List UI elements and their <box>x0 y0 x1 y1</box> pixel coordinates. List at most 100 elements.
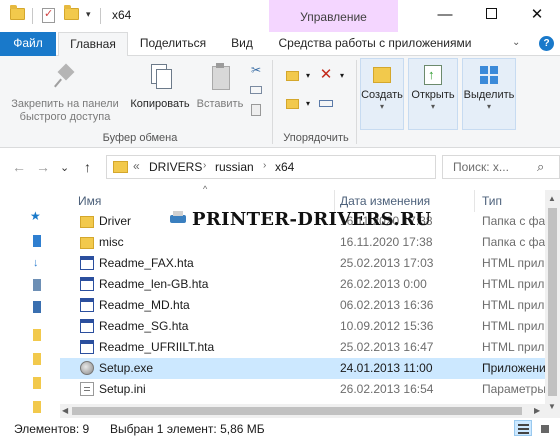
nav-item-icon[interactable] <box>33 235 41 247</box>
tab-share[interactable]: Поделиться <box>136 32 210 56</box>
horizontal-scrollbar[interactable]: ◀ ▶ <box>60 404 545 418</box>
file-name: Readme_FAX.hta <box>99 256 194 270</box>
cut-icon[interactable]: ✂ <box>248 62 264 78</box>
file-row[interactable]: Readme_UFRIILT.hta 25.02.2013 16:47 HTML п… <box>60 337 550 358</box>
folder-icon <box>113 161 128 173</box>
forward-button[interactable]: → <box>36 159 50 175</box>
nav-item-icon[interactable] <box>33 301 41 313</box>
search-icon: ⌕ <box>537 159 545 174</box>
quick-access-dropdown-icon[interactable]: ▾ <box>86 9 91 20</box>
new-folder-icon[interactable] <box>64 5 79 20</box>
file-type: HTML прил <box>482 256 545 270</box>
file-row[interactable]: Readme_SG.hta 10.09.2012 15:36 HTML прил <box>60 316 550 337</box>
copy-to-dropdown-icon[interactable]: ▾ <box>300 96 316 112</box>
breadcrumb-russian[interactable]: russian <box>215 160 254 174</box>
breadcrumb-drivers[interactable]: DRIVERS <box>149 160 202 174</box>
navigation-pane[interactable]: ★ ↓ <box>0 185 60 420</box>
delete-dropdown-icon[interactable]: ▾ <box>334 68 350 84</box>
tab-file[interactable]: Файл <box>0 32 56 56</box>
copy-to-icon[interactable] <box>284 96 300 112</box>
open-button[interactable]: Открыть ▾ <box>408 58 458 130</box>
recent-locations-button[interactable]: ⌄ <box>60 161 69 174</box>
scroll-down-icon[interactable]: ▼ <box>548 402 556 411</box>
copy-label: Копировать <box>130 98 190 110</box>
vertical-scrollbar[interactable]: ▲ ▼ <box>545 190 560 420</box>
new-dropdown-icon: ▾ <box>379 102 384 111</box>
hta-file-icon <box>80 319 94 333</box>
file-type: Параметры <box>482 382 546 396</box>
close-button[interactable]: ✕ <box>514 0 560 32</box>
scroll-right-icon[interactable]: ▶ <box>534 406 540 415</box>
back-button[interactable]: ← <box>12 159 26 175</box>
scrollbar-thumb[interactable] <box>72 407 522 415</box>
tab-manage[interactable]: Управление <box>269 0 398 32</box>
scroll-up-icon[interactable]: ▲ <box>548 194 556 203</box>
breadcrumb-separator[interactable]: › <box>263 160 266 171</box>
file-row[interactable]: Readme_MD.hta 06.02.2013 16:36 HTML прил <box>60 295 550 316</box>
scrollbar-thumb[interactable] <box>548 208 557 396</box>
window-title: x64 <box>112 8 132 22</box>
select-dropdown-icon: ▾ <box>486 102 491 111</box>
copy-path-icon[interactable] <box>248 82 264 98</box>
select-icon <box>480 66 498 84</box>
file-date: 25.02.2013 16:47 <box>340 340 434 354</box>
column-header-date[interactable]: Дата изменения <box>340 194 430 208</box>
details-view-button[interactable] <box>514 420 532 436</box>
file-date: 16.11.2020 17:38 <box>340 235 433 249</box>
hta-file-icon <box>80 298 94 312</box>
paste-label: Вставить <box>196 98 244 110</box>
breadcrumb-separator[interactable]: › <box>203 160 206 171</box>
ribbon-collapse-icon[interactable]: ⌄ <box>512 37 520 48</box>
quick-access-star-icon[interactable]: ★ <box>30 209 41 223</box>
downloads-icon[interactable]: ↓ <box>33 257 43 269</box>
pin-to-quick-access-button[interactable]: Закрепить на панели быстрого доступа <box>6 62 124 124</box>
search-input[interactable]: Поиск: x... ⌕ <box>442 155 560 179</box>
help-icon[interactable]: ? <box>539 36 554 51</box>
divider <box>356 60 357 144</box>
column-header-name[interactable]: Имя <box>78 194 101 208</box>
file-row[interactable]: Readme_len-GB.hta 26.02.2013 0:00 HTML при… <box>60 274 550 295</box>
tab-application-tools[interactable]: Средства работы с приложениями <box>275 32 475 56</box>
tab-home[interactable]: Главная <box>58 32 128 57</box>
file-row[interactable]: Setup.ini 26.02.2013 16:54 Параметры <box>60 379 550 400</box>
title-bar: ▾ x64 Управление — ✕ <box>0 0 560 32</box>
paste-button[interactable]: Вставить <box>194 62 246 111</box>
delete-icon[interactable]: ✕ <box>318 67 334 83</box>
select-label: Выделить <box>463 89 515 101</box>
folder-icon[interactable] <box>33 353 41 365</box>
nav-item-icon[interactable] <box>33 279 41 291</box>
folder-icon[interactable] <box>33 377 41 389</box>
file-name: Setup.ini <box>99 382 146 396</box>
rename-icon[interactable] <box>318 96 334 112</box>
file-date: 10.09.2012 15:36 <box>340 319 434 333</box>
divider[interactable] <box>474 190 475 212</box>
file-row[interactable]: Readme_FAX.hta 25.02.2013 17:03 HTML прил <box>60 253 550 274</box>
minimize-button[interactable]: — <box>422 0 468 32</box>
new-button[interactable]: Создать ▾ <box>360 58 404 130</box>
hta-file-icon <box>80 256 94 270</box>
folder-icon <box>10 5 25 20</box>
tab-view[interactable]: Вид <box>224 32 260 56</box>
setup-exe-icon <box>80 361 94 375</box>
search-placeholder: Поиск: x... <box>453 160 509 174</box>
up-button[interactable]: ↑ <box>84 159 91 175</box>
address-overflow-button[interactable]: « <box>133 159 140 173</box>
file-row[interactable]: Setup.exe 24.01.2013 11:00 Приложени <box>60 358 550 379</box>
move-to-dropdown-icon[interactable]: ▾ <box>300 68 316 84</box>
move-to-icon[interactable] <box>284 68 300 84</box>
copy-button[interactable]: Копировать <box>126 62 194 111</box>
large-icons-view-button[interactable] <box>536 420 554 436</box>
file-row[interactable]: misc 16.11.2020 17:38 Папка с фа <box>60 232 550 253</box>
select-button[interactable]: Выделить ▾ <box>462 58 516 130</box>
folder-icon[interactable] <box>33 401 41 413</box>
maximize-button[interactable] <box>468 0 514 32</box>
address-bar[interactable]: « DRIVERS › russian › x64 ⌄ ↻ <box>106 155 531 179</box>
folder-icon[interactable] <box>33 329 41 341</box>
column-header-type[interactable]: Тип <box>482 194 502 208</box>
scroll-left-icon[interactable]: ◀ <box>62 406 68 415</box>
breadcrumb-x64[interactable]: x64 <box>275 160 294 174</box>
file-name: Readme_SG.hta <box>99 319 189 333</box>
address-row: ← → ⌄ ↑ « DRIVERS › russian › x64 ⌄ ↻ По… <box>0 149 560 185</box>
paste-shortcut-icon[interactable] <box>248 102 264 118</box>
properties-icon[interactable] <box>42 7 55 23</box>
